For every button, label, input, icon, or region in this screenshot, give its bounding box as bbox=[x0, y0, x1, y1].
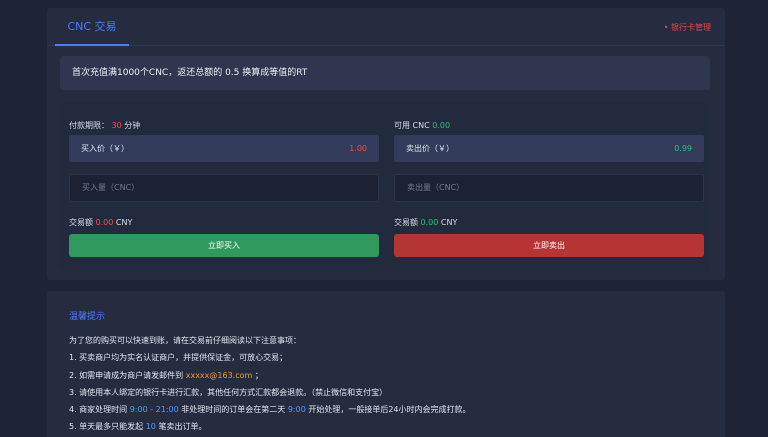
promo-notice: 首次充值满1000个CNC，返还总额的 0.5 换算成等值的RT bbox=[60, 56, 710, 90]
payment-period-unit: 分钟 bbox=[124, 121, 141, 130]
processing-start-time: 9:00 bbox=[287, 405, 306, 415]
buy-amount-unit: CNY bbox=[115, 218, 133, 227]
merchant-email-link[interactable]: xxxxx@163.com bbox=[186, 371, 253, 380]
trade-panel: CNC 交易 • 银行卡管理 首次充值满1000个CNC，返还总额的 0.5 换… bbox=[47, 8, 725, 280]
payment-period-label: 付款期限： bbox=[69, 121, 109, 130]
processing-hours: 9:00 - 21:00 bbox=[129, 405, 179, 415]
sell-amount-label: 交易额 bbox=[394, 218, 418, 227]
tip-item: 3. 请使用本人绑定的银行卡进行汇款，其他任何方式汇款都会退款。（禁止微信和支付… bbox=[69, 387, 388, 397]
tip-text: 笔卖出订单。 bbox=[155, 422, 207, 432]
tip-text: 2. 如需申请成为商户请发邮件到 bbox=[69, 370, 186, 380]
tip-text: 5. 单天最多只能发起 bbox=[69, 422, 146, 432]
buy-price-value: 1.00 bbox=[349, 144, 367, 153]
tip-item: 5. 单天最多只能发起 10 笔卖出订单。 bbox=[69, 418, 725, 435]
sell-now-button[interactable]: 立即卖出 bbox=[394, 234, 704, 257]
tip-text: ； bbox=[252, 370, 263, 380]
available-label: 可用 CNC bbox=[394, 121, 430, 130]
tip-item: 4. 商家处理时间 9:00 - 21:00 非处理时间的订单会在第二天 9:0… bbox=[69, 401, 725, 418]
tips-panel: 温馨提示 为了您的购买可以快速到账，请在交易前仔细阅读以下注意事项： 1. 买卖… bbox=[47, 291, 725, 437]
buy-price-label: 买入价（￥） bbox=[81, 144, 129, 153]
tip-text: 非处理时间的订单会在第二天 bbox=[178, 405, 288, 415]
trade-form: 付款期限： 30 分钟 买入价（￥） 1.00 买入量（CNC） 交易额 0.0… bbox=[60, 102, 710, 270]
buy-quantity-input[interactable]: 买入量（CNC） bbox=[69, 174, 379, 202]
tab-cnc-trade[interactable]: CNC 交易 bbox=[55, 8, 129, 46]
buy-amount-value: 0.00 bbox=[95, 218, 114, 227]
tip-item: 2. 如需申请成为商户请发邮件到 xxxxx@163.com ； bbox=[69, 367, 725, 384]
sell-quantity-input[interactable]: 卖出量（CNC） bbox=[394, 174, 704, 202]
available-balance: 可用 CNC 0.00 bbox=[394, 120, 450, 131]
available-value: 0.00 bbox=[432, 121, 451, 130]
tips-title: 温馨提示 bbox=[69, 312, 106, 322]
tip-text: 开始处理，一般接单后24小时内会完成打款。 bbox=[305, 405, 471, 415]
sell-amount-value: 0.00 bbox=[420, 218, 439, 227]
daily-order-limit: 10 bbox=[145, 422, 156, 432]
bank-card-management-link[interactable]: • 银行卡管理 bbox=[664, 22, 711, 33]
sell-price-row: 卖出价（￥） 0.99 bbox=[394, 135, 704, 162]
sell-amount: 交易额 0.00 CNY bbox=[394, 217, 457, 228]
sell-price-value: 0.99 bbox=[674, 144, 692, 153]
tip-text: 4. 商家处理时间 bbox=[69, 405, 130, 415]
buy-now-button[interactable]: 立即买入 bbox=[69, 234, 379, 257]
tip-item: 1. 买卖商户均为实名认证商户，并提供保证金，可放心交易； bbox=[69, 353, 288, 363]
buy-amount-label: 交易额 bbox=[69, 218, 93, 227]
tips-intro: 为了您的购买可以快速到账，请在交易前仔细阅读以下注意事项： bbox=[69, 336, 301, 345]
buy-amount: 交易额 0.00 CNY bbox=[69, 217, 132, 228]
sell-amount-unit: CNY bbox=[440, 218, 458, 227]
buy-price-row: 买入价（￥） 1.00 bbox=[69, 135, 379, 162]
payment-period-value: 30 bbox=[111, 121, 122, 130]
payment-period: 付款期限： 30 分钟 bbox=[69, 120, 140, 131]
tab-bar: CNC 交易 • 银行卡管理 bbox=[47, 8, 725, 46]
sell-price-label: 卖出价（￥） bbox=[406, 144, 454, 153]
